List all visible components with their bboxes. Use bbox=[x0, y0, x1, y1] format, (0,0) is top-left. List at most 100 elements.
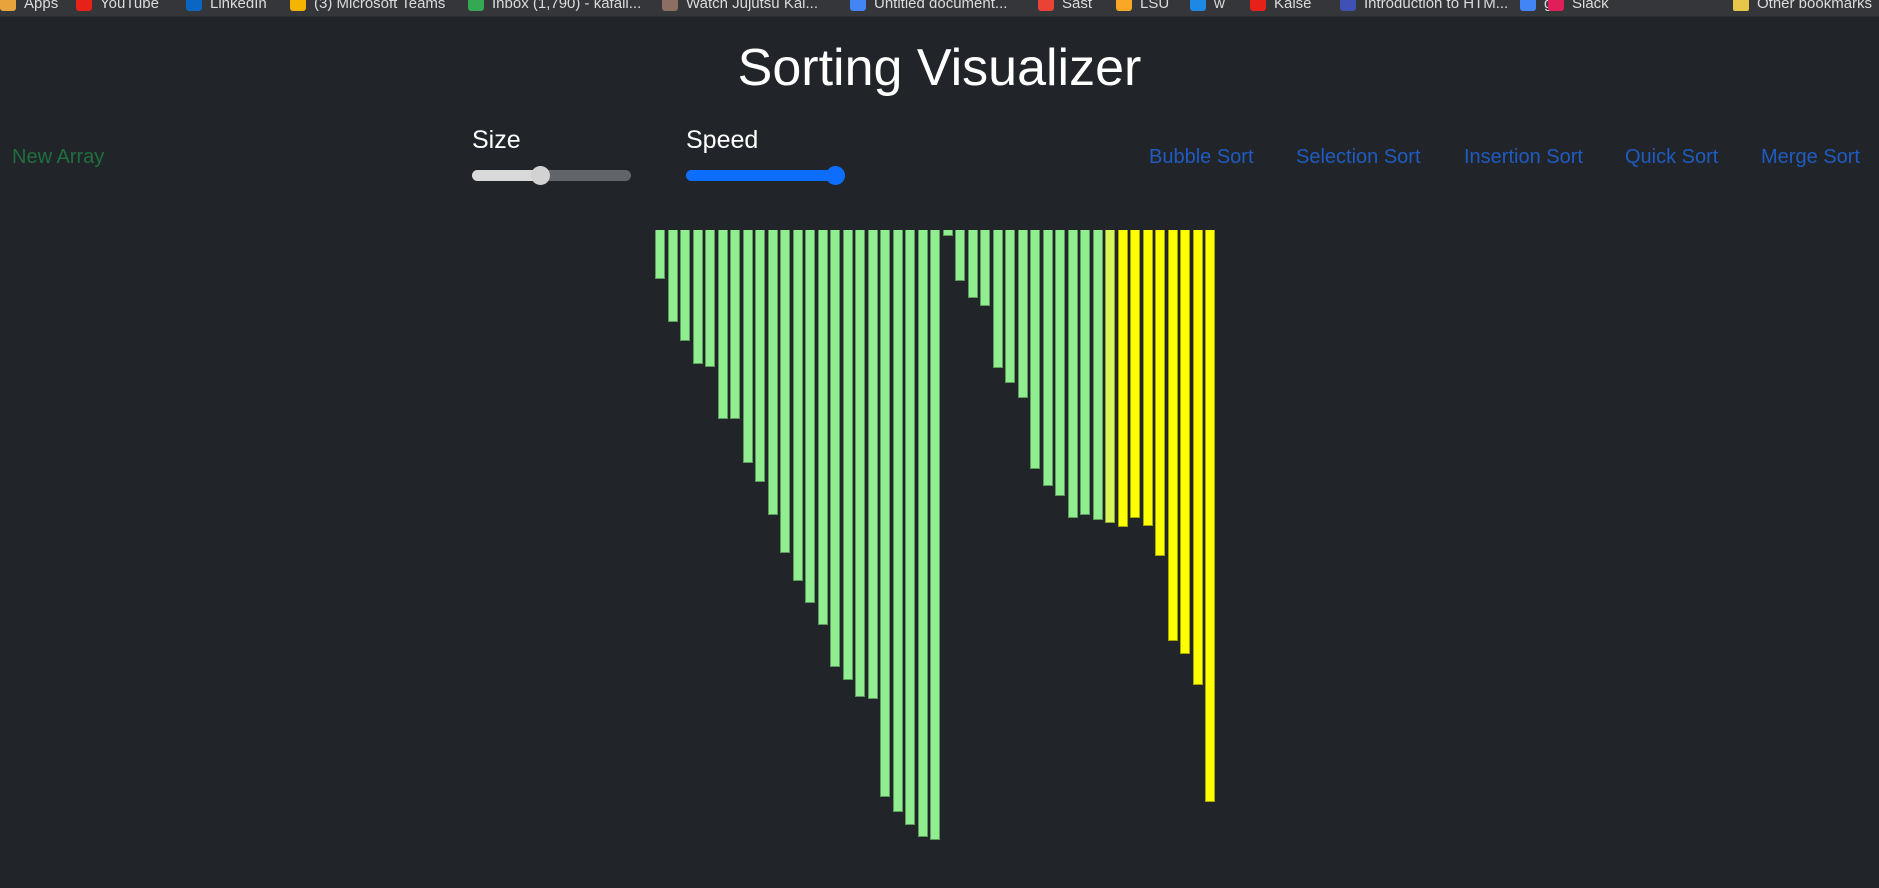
array-bar bbox=[718, 230, 728, 419]
anime-site-icon bbox=[662, 0, 678, 11]
bookmark-label: Slack bbox=[1572, 0, 1609, 12]
bookmark-label: Other bookmarks bbox=[1757, 0, 1873, 12]
lsu-icon bbox=[1116, 0, 1132, 11]
size-slider[interactable] bbox=[472, 166, 631, 185]
speed-slider[interactable] bbox=[686, 166, 845, 185]
array-bar bbox=[1193, 230, 1203, 685]
new-array-button[interactable]: New Array bbox=[12, 146, 104, 169]
bookmark-label: Sast bbox=[1062, 0, 1093, 12]
apps-grid-icon bbox=[0, 0, 16, 11]
speed-control: Speed bbox=[686, 124, 845, 185]
array-bar bbox=[830, 230, 840, 667]
array-bar bbox=[1030, 230, 1040, 469]
array-bar bbox=[955, 230, 965, 281]
slack-icon bbox=[1548, 0, 1564, 11]
array-bar bbox=[880, 230, 890, 797]
merge-sort-button[interactable]: Merge Sort bbox=[1761, 146, 1860, 169]
array-bar bbox=[668, 230, 678, 322]
array-bar bbox=[943, 230, 953, 236]
array-bar bbox=[1180, 230, 1190, 654]
array-bar bbox=[1005, 230, 1015, 383]
array-bar bbox=[918, 230, 928, 837]
speed-label: Speed bbox=[686, 126, 759, 154]
bookmark-item[interactable]: Apps bbox=[0, 0, 58, 12]
bookmark-item[interactable]: Other bookmarks bbox=[1733, 0, 1872, 12]
array-bar bbox=[1105, 230, 1115, 523]
speed-slider-fill bbox=[686, 170, 845, 181]
array-bar bbox=[1068, 230, 1078, 518]
folder-icon bbox=[1733, 0, 1749, 11]
array-bar bbox=[1043, 230, 1053, 486]
bookmark-item[interactable]: Watch Jujutsu Kai... bbox=[662, 0, 818, 12]
array-bar bbox=[755, 230, 765, 482]
bookmark-item[interactable]: YouTube bbox=[76, 0, 159, 12]
array-bar bbox=[1118, 230, 1128, 527]
size-slider-thumb[interactable] bbox=[531, 166, 551, 185]
microsoft-teams-icon bbox=[290, 0, 306, 11]
array-bar bbox=[805, 230, 815, 603]
array-bar bbox=[893, 230, 903, 812]
gmail-icon bbox=[468, 0, 484, 11]
array-bars bbox=[655, 230, 1219, 850]
array-bar bbox=[680, 230, 690, 341]
size-label: Size bbox=[472, 126, 521, 154]
bookmark-label: Kaise bbox=[1274, 0, 1312, 12]
array-bar bbox=[793, 230, 803, 581]
bookmark-item[interactable]: Sast bbox=[1038, 0, 1092, 12]
bookmark-item[interactable]: LSU bbox=[1116, 0, 1169, 12]
array-bar bbox=[993, 230, 1003, 368]
sast-icon bbox=[1038, 0, 1054, 11]
bookmark-label: Untitled document... bbox=[874, 0, 1008, 12]
array-bar bbox=[655, 230, 665, 279]
course-icon bbox=[1340, 0, 1356, 11]
bookmark-label: LSU bbox=[1140, 0, 1170, 12]
bookmark-item[interactable]: Inbox (1,790) - kafaii... bbox=[468, 0, 641, 12]
array-bar bbox=[1080, 230, 1090, 515]
array-bar bbox=[930, 230, 940, 840]
google-icon bbox=[1520, 0, 1536, 11]
array-bar bbox=[780, 230, 790, 553]
bookmark-item[interactable]: Untitled document... bbox=[850, 0, 1007, 12]
array-bar bbox=[1093, 230, 1103, 520]
selection-sort-button[interactable]: Selection Sort bbox=[1296, 146, 1421, 169]
linkedin-icon bbox=[186, 0, 202, 11]
array-bar bbox=[730, 230, 740, 419]
bookmark-w-icon bbox=[1190, 0, 1206, 11]
google-docs-icon bbox=[850, 0, 866, 11]
array-bar bbox=[1155, 230, 1165, 556]
bubble-sort-button[interactable]: Bubble Sort bbox=[1149, 146, 1254, 169]
array-bar bbox=[1130, 230, 1140, 518]
bookmark-label: Watch Jujutsu Kai... bbox=[686, 0, 818, 12]
array-bar bbox=[818, 230, 828, 625]
array-bar bbox=[705, 230, 715, 367]
array-bar bbox=[1055, 230, 1065, 496]
insertion-sort-button[interactable]: Insertion Sort bbox=[1464, 146, 1583, 169]
bookmark-item[interactable]: Slack bbox=[1548, 0, 1609, 12]
quick-sort-button[interactable]: Quick Sort bbox=[1625, 146, 1718, 169]
bookmark-label: Introduction to HTM... bbox=[1364, 0, 1509, 12]
bookmark-label: YouTube bbox=[100, 0, 159, 12]
array-bar bbox=[855, 230, 865, 697]
array-bar bbox=[980, 230, 990, 306]
array-bar bbox=[868, 230, 878, 699]
bookmark-label: (3) Microsoft Teams bbox=[314, 0, 446, 12]
size-control: Size bbox=[472, 124, 631, 185]
array-bar bbox=[693, 230, 703, 364]
bookmark-label: LinkedIn bbox=[210, 0, 267, 12]
bookmark-item[interactable]: Kaise bbox=[1250, 0, 1312, 12]
youtube-kaise-icon bbox=[1250, 0, 1266, 11]
bookmarks-bar: Apps YouTube LinkedIn (3) Microsoft Teams In… bbox=[0, 0, 1879, 17]
speed-slider-thumb[interactable] bbox=[826, 166, 845, 185]
youtube-icon bbox=[76, 0, 92, 11]
array-bar bbox=[743, 230, 753, 463]
array-bar bbox=[843, 230, 853, 680]
bookmark-item[interactable]: w bbox=[1190, 0, 1225, 12]
bookmark-label: Apps bbox=[24, 0, 59, 12]
bookmark-item[interactable]: LinkedIn bbox=[186, 0, 267, 12]
array-bar bbox=[968, 230, 978, 298]
page-title: Sorting Visualizer bbox=[737, 39, 1142, 97]
size-slider-fill bbox=[472, 170, 541, 181]
bookmark-item[interactable]: Introduction to HTM... bbox=[1340, 0, 1508, 12]
bookmark-item[interactable]: (3) Microsoft Teams bbox=[290, 0, 445, 12]
bookmark-label: Inbox (1,790) - kafaii... bbox=[492, 0, 642, 12]
